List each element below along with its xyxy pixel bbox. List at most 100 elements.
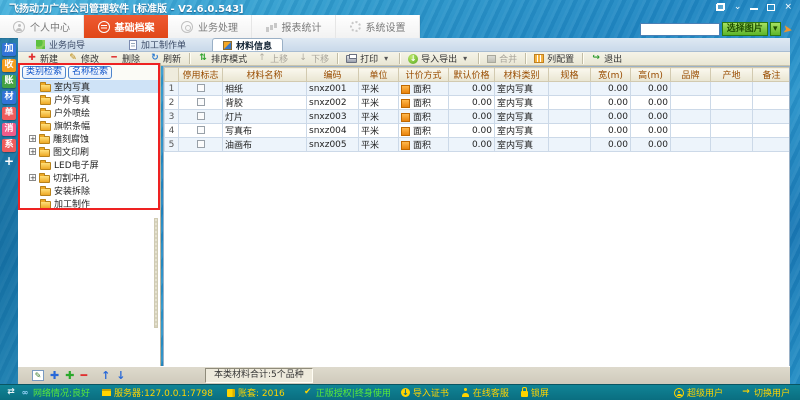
tree-item-engraving[interactable]: 雕刻腐蚀 [20,132,158,145]
super-user-button[interactable]: 超级用户 [674,386,723,399]
move-up-icon[interactable]: ↑ [101,370,110,382]
print-button[interactable]: 打印 [341,52,396,65]
status-bar: 网络情况:良好 服务器:127.0.0.1:7798 账套: 2016 正版授权… [0,384,800,400]
tab-category-search[interactable]: 类别检索 [22,66,66,79]
person-circle-icon [13,21,25,33]
table-row[interactable]: 3 灯片 snxz003 平米 面积 0.00 室内写真 0.00 0.00 [165,110,791,124]
link-icon [20,387,30,399]
tree-scrollbar[interactable] [154,218,158,328]
column-config-icon [534,54,544,63]
tree-item-outdoor-photo[interactable]: 户外写真 [20,93,158,106]
tab-system-settings[interactable]: 系统设置 [336,15,420,38]
select-image-button[interactable]: 选择图片 [722,22,768,36]
table-row[interactable]: 5 油画布 snxz005 平米 面积 0.00 室内写真 0.00 0.00 [165,138,791,152]
disable-checkbox[interactable] [197,126,205,134]
printer-icon [346,55,357,63]
category-tree-panel: 类别检索 名称检索 室内写真 户外写真 户外喷绘 旗帜条幅 雕刻腐蚀 图文印刷 … [18,63,161,366]
online-service-button[interactable]: 在线客服 [461,386,509,399]
tree-action-bar: ✚ ✚ ━ ↑ ↓ [18,370,163,382]
move-down-icon[interactable]: ↓ [116,370,125,382]
windows-icon[interactable] [716,3,725,11]
add-green-icon[interactable]: ✚ [65,370,74,382]
expand-icon[interactable] [29,148,36,155]
tree-item-cutting[interactable]: 切割冲孔 [20,171,158,184]
tab-work-order[interactable]: 加工制作单 [119,38,196,51]
merge-button[interactable]: 合并 [482,52,522,65]
tree-item-flag-banner[interactable]: 旗帜条幅 [20,119,158,132]
quick-tab-cai[interactable]: 材 [2,91,16,104]
quick-tab-zhang[interactable]: 账 [2,75,16,88]
table-row[interactable]: 2 背胶 snxz002 平米 面积 0.00 室内写真 0.00 0.00 [165,96,791,110]
disable-checkbox[interactable] [197,112,205,120]
area-pricing-icon [401,99,410,108]
tree-item-led-screen[interactable]: LED电子屏 [20,158,158,171]
tab-name-search[interactable]: 名称检索 [68,66,112,79]
sort-mode-button[interactable]: 排序模式 [193,52,252,65]
caret-down-icon [381,53,391,65]
tab-material-info[interactable]: 材料信息 [212,38,283,51]
bar-chart-icon [266,22,277,32]
tab-business-wizard[interactable]: 业务向导 [26,38,95,51]
title-bar: 飞扬动力广告公司管理软件 [标准版 - V2.6.0.543] ⌄ × [0,0,800,15]
move-down-button[interactable]: 下移 [293,52,334,65]
import-cert-button[interactable]: 导入证书 [401,386,449,399]
caret-down-icon [460,53,470,65]
tree-item-processing[interactable]: 加工制作 [20,197,158,210]
tab-basic-archives[interactable]: 基础档案 [84,15,168,38]
gear-icon [350,21,361,32]
tab-report-statistics[interactable]: 报表统计 [252,15,336,38]
add-blue-icon[interactable]: ✚ [50,370,59,382]
column-config-button[interactable]: 列配置 [529,52,579,65]
exit-button[interactable]: 退出 [586,52,627,65]
folder-icon [40,123,51,131]
folder-icon [40,97,51,105]
move-up-button[interactable]: 上移 [252,52,293,65]
grid-footer: 本类材料合计:5个品种 [163,368,790,383]
service-person-icon [461,388,470,397]
maximize-icon[interactable] [767,4,775,11]
separator [189,53,190,64]
quick-tab-shou[interactable]: 收 [2,59,16,72]
row-number-header [165,68,179,82]
image-path-input[interactable] [640,23,720,36]
select-image-dropdown[interactable]: ▾ [770,22,781,36]
expand-icon[interactable] [29,135,36,142]
lock-screen-button[interactable]: 锁屏 [521,386,549,399]
edit-note-icon[interactable] [32,370,44,381]
area-pricing-icon [401,141,410,150]
document-icon [129,40,137,50]
tree-item-install-remove[interactable]: 安装拆除 [20,184,158,197]
server-status: 服务器:127.0.0.1:7798 [102,386,213,399]
tree-item-graphic-print[interactable]: 图文印刷 [20,145,158,158]
switch-user-button[interactable]: 切换用户 [741,386,790,399]
remove-icon[interactable]: ━ [80,370,87,382]
table-row[interactable]: 4 写真布 snxz004 平米 面积 0.00 室内写真 0.00 0.00 [165,124,791,138]
quick-tab-jia[interactable]: 加 [2,43,16,56]
table-row[interactable]: 1 相纸 snxz001 平米 面积 0.00 室内写真 0.00 0.00 [165,82,791,96]
pin-icon[interactable]: ⌄ [734,1,742,13]
tab-business-process[interactable]: 业务处理 [168,15,252,38]
quick-tab-xiao[interactable]: 消 [2,123,16,136]
search-mode-tabs: 类别检索 名称检索 [20,65,158,80]
area-pricing-icon [401,113,410,122]
tree-item-outdoor-spray[interactable]: 户外喷绘 [20,106,158,119]
close-icon[interactable]: × [784,1,792,13]
quick-tab-dan[interactable]: 单 [2,107,16,120]
import-export-button[interactable]: 导入导出 [403,52,475,65]
up-arrow-icon [257,53,267,64]
expand-icon[interactable] [29,174,36,181]
disable-checkbox[interactable] [197,84,205,92]
tree-item-indoor-photo[interactable]: 室内写真 [20,80,158,93]
quick-tab-add[interactable]: + [2,155,16,168]
quick-tab-xi[interactable]: 系 [2,139,16,152]
tab-personal-center[interactable]: 个人中心 [0,15,84,38]
wizard-icon [36,40,45,49]
sub-tab-bar: 业务向导 加工制作单 材料信息 [18,38,790,52]
disable-checkbox[interactable] [197,98,205,106]
disable-checkbox[interactable] [197,140,205,148]
image-picker: 选择图片 ▾ ➤ [640,22,792,36]
minimize-icon[interactable] [750,3,758,11]
archive-circle-icon [98,21,110,33]
window-title: 飞扬动力广告公司管理软件 [标准版 - V2.6.0.543] [0,0,244,15]
category-tree-highlight-box: 类别检索 名称检索 室内写真 户外写真 户外喷绘 旗帜条幅 雕刻腐蚀 图文印刷 … [18,63,160,210]
